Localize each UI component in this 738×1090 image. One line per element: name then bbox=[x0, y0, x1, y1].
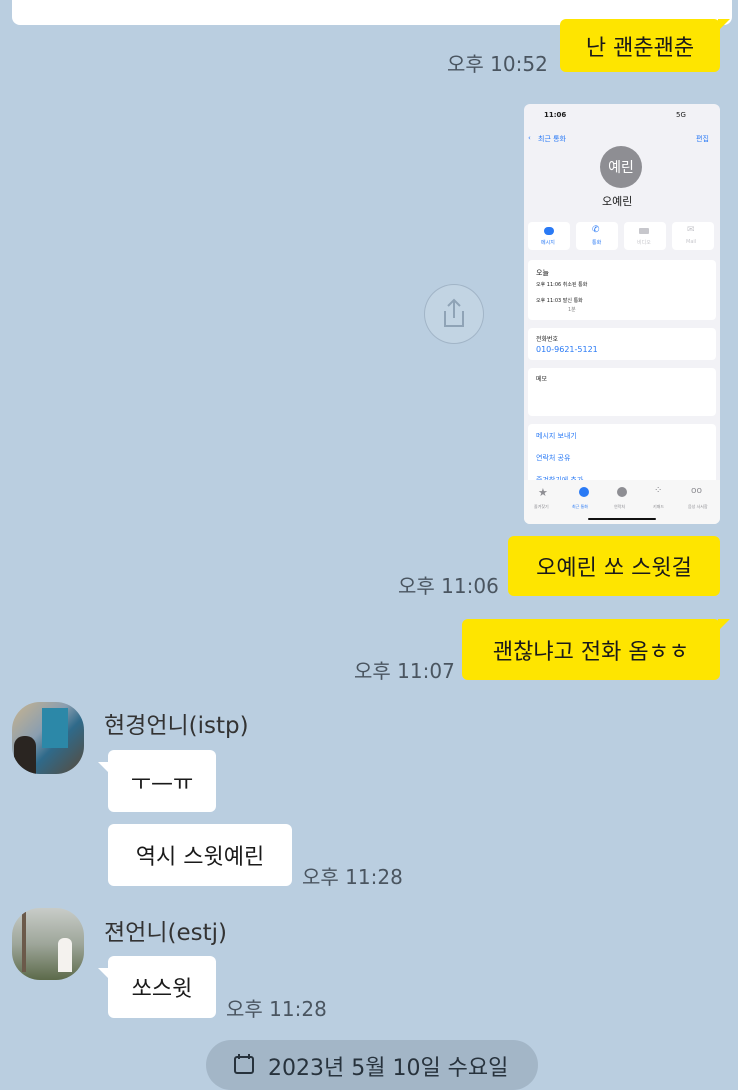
links-card: 메시지 보내기 연락처 공유 즐겨찾기에 추가 bbox=[528, 424, 716, 486]
keypad-icon: ⁘ bbox=[654, 485, 663, 496]
contact-name: 오예린 bbox=[602, 195, 633, 208]
phone-icon: ✆ bbox=[592, 225, 600, 235]
message-text: ㅜ—ㅠ bbox=[130, 771, 194, 796]
star-icon: ★ bbox=[538, 486, 548, 499]
clock-icon bbox=[579, 487, 589, 497]
call-duration: 1분 bbox=[568, 307, 576, 313]
action-label: 비디오 bbox=[637, 240, 651, 246]
voicemail-icon: oo bbox=[691, 486, 703, 496]
call-history-card: 오늘 오후 11:06 취소된 통화 오후 11:03 발신 통화 1분 bbox=[528, 260, 716, 320]
action-video: 비디오 bbox=[624, 222, 666, 250]
tab-bar: ★ ⁘ oo 즐겨찾기 최근 통화 연락처 키패드 음성 사서함 bbox=[524, 480, 720, 524]
avatar[interactable] bbox=[12, 908, 84, 980]
action-label: 메시지 bbox=[541, 240, 555, 246]
message-text: 쏘스윗 bbox=[131, 977, 193, 1002]
mail-icon: ✉ bbox=[687, 225, 695, 235]
status-time: 11:06 bbox=[544, 111, 567, 119]
message-time: 오후 10:52 bbox=[447, 52, 548, 76]
message-icon bbox=[544, 227, 554, 235]
call-entry: 오후 11:06 취소된 통화 bbox=[536, 282, 588, 288]
sender-name: 젼언니(estj) bbox=[104, 920, 227, 946]
avatar[interactable] bbox=[12, 702, 84, 774]
link-share-contact: 연락처 공유 bbox=[536, 454, 571, 462]
tab-label: 음성 사서함 bbox=[688, 504, 708, 509]
share-icon bbox=[444, 298, 464, 327]
phone-number: 010-9621-5121 bbox=[536, 345, 598, 354]
memo-label: 메모 bbox=[536, 376, 548, 383]
back-label: 최근 통화 bbox=[538, 135, 566, 143]
status-signal: 5G bbox=[676, 111, 686, 119]
action-message: 메시지 bbox=[528, 222, 570, 250]
video-icon bbox=[639, 228, 649, 234]
date-divider: 2023년 5월 10일 수요일 bbox=[206, 1040, 538, 1090]
avatar-tree bbox=[22, 912, 26, 972]
my-message-bubble[interactable]: 난 괜춘괜춘 bbox=[560, 19, 730, 72]
message-text: 오예린 쏘 스윗걸 bbox=[536, 556, 692, 581]
tab-label: 연락처 bbox=[614, 504, 626, 509]
their-message-bubble[interactable]: ㅜ—ㅠ bbox=[98, 750, 216, 812]
their-message-bubble[interactable]: 역시 스윗예린 bbox=[108, 824, 292, 886]
action-mail: ✉ Mail bbox=[672, 222, 714, 250]
link-send-message: 메시지 보내기 bbox=[536, 432, 577, 440]
avatar-person bbox=[58, 938, 72, 972]
action-label: 통화 bbox=[592, 240, 602, 246]
my-message-bubble[interactable]: 오예린 쏘 스윗걸 bbox=[508, 536, 720, 596]
person-icon bbox=[617, 487, 627, 497]
phone-label: 전화번호 bbox=[536, 336, 559, 343]
back-chevron-icon: ‹ bbox=[528, 134, 531, 142]
avatar-art bbox=[42, 708, 68, 748]
message-text: 괜찮냐고 전화 옴ㅎㅎ bbox=[492, 639, 690, 665]
home-indicator bbox=[588, 518, 656, 520]
message-time: 오후 11:28 bbox=[226, 997, 327, 1021]
calendar-icon bbox=[234, 1054, 254, 1074]
action-label: Mail bbox=[686, 239, 697, 245]
contact-avatar: 예린 bbox=[600, 146, 642, 188]
tab-label: 키패드 bbox=[653, 504, 665, 509]
message-time: 오후 11:28 bbox=[302, 865, 403, 889]
phone-card: 전화번호 010-9621-5121 bbox=[528, 328, 716, 360]
shared-image[interactable]: 11:06 5G ‹ 최근 통화 편집 예린 오예린 메시지 ✆ 통화 비디오 … bbox=[524, 104, 720, 524]
sender-name: 현경언니(istp) bbox=[104, 713, 249, 739]
action-call: ✆ 통화 bbox=[576, 222, 618, 250]
avatar-person bbox=[14, 736, 36, 774]
tab-label: 최근 통화 bbox=[572, 504, 588, 509]
avatar-text: 예린 bbox=[608, 160, 634, 176]
my-message-bubble[interactable]: 괜찮냐고 전화 옴ㅎㅎ bbox=[462, 619, 730, 680]
edit-label: 편집 bbox=[696, 135, 709, 143]
message-time: 오후 11:06 bbox=[398, 574, 499, 598]
their-message-bubble[interactable]: 쏘스윗 bbox=[98, 956, 216, 1018]
message-time: 오후 11:07 bbox=[354, 659, 455, 683]
message-text: 역시 스윗예린 bbox=[135, 845, 265, 870]
call-entry: 오후 11:03 발신 통화 bbox=[536, 298, 583, 304]
memo-card: 메모 bbox=[528, 368, 716, 416]
today-label: 오늘 bbox=[536, 269, 549, 277]
date-text: 2023년 5월 10일 수요일 bbox=[268, 1056, 509, 1081]
share-button[interactable] bbox=[424, 284, 484, 344]
tab-label: 즐겨찾기 bbox=[534, 504, 549, 509]
message-text: 난 괜춘괜춘 bbox=[585, 35, 695, 61]
